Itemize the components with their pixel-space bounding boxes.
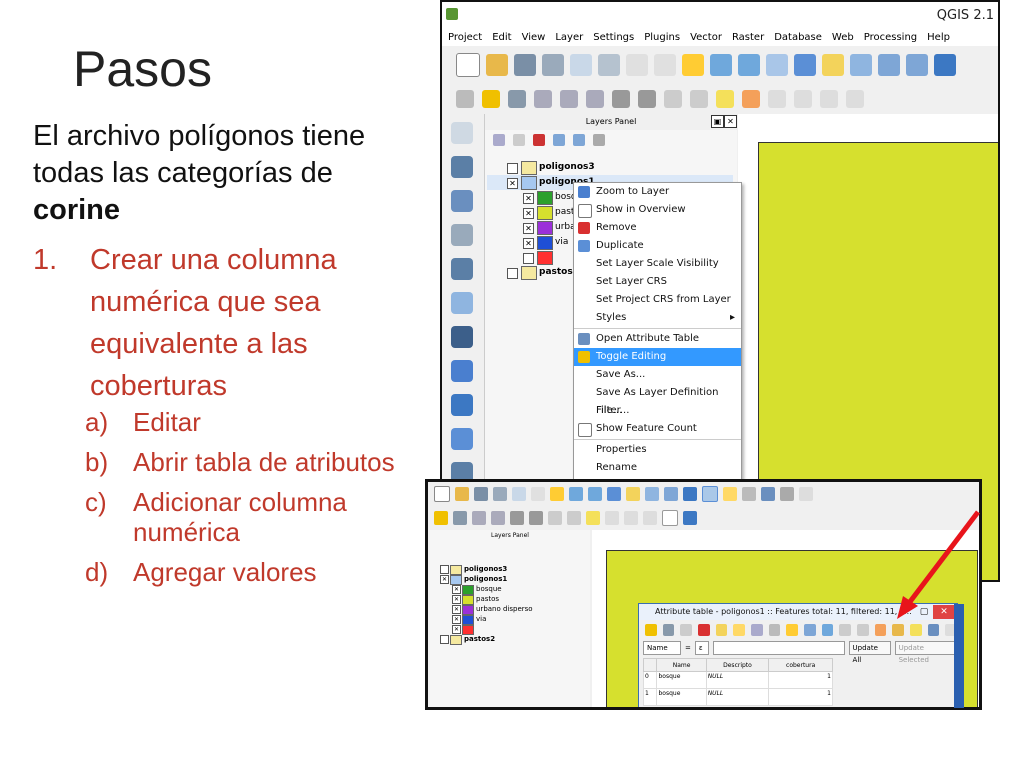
red-arrow-annotation: [897, 510, 980, 619]
arrow-line: [904, 510, 980, 609]
